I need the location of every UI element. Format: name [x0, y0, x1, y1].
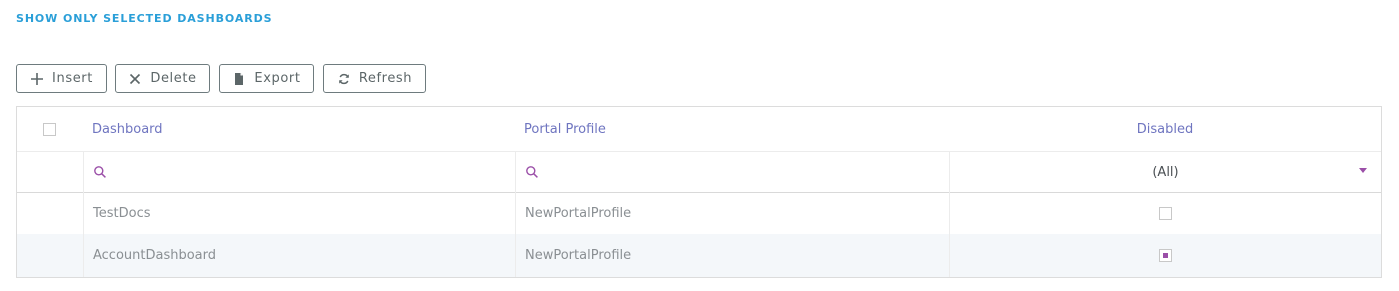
dashboard-filter-input[interactable] — [83, 152, 515, 192]
insert-button[interactable]: Insert — [16, 64, 107, 93]
search-icon — [93, 165, 107, 179]
export-button[interactable]: Export — [219, 64, 314, 93]
disabled-filter-select[interactable]: (All) — [949, 152, 1381, 192]
delete-label: Delete — [150, 71, 197, 86]
dashboard-cell: AccountDashboard — [83, 234, 515, 277]
table-row[interactable]: AccountDashboard NewPortalProfile — [17, 234, 1381, 277]
disabled-filter-value: (All) — [1152, 164, 1179, 180]
portal-profile-cell: NewPortalProfile — [515, 234, 949, 277]
dashboard-cell: TestDocs — [83, 192, 515, 234]
delete-button[interactable]: Delete — [115, 64, 210, 93]
row-select-cell — [17, 192, 83, 234]
select-all-cell — [43, 107, 57, 151]
refresh-button[interactable]: Refresh — [323, 64, 426, 93]
disabled-checkbox[interactable] — [1159, 249, 1172, 262]
dashboard-cell-text: TestDocs — [93, 205, 151, 221]
disabled-cell — [949, 192, 1381, 234]
document-icon — [232, 72, 246, 86]
portal-profile-cell-text: NewPortalProfile — [525, 248, 632, 263]
column-header-portal-profile-label: Portal Profile — [524, 121, 606, 137]
column-header-disabled[interactable]: Disabled — [949, 107, 1381, 151]
filter-spacer-cell — [17, 152, 83, 192]
portal-profile-cell-text: NewPortalProfile — [525, 205, 632, 221]
export-label: Export — [254, 71, 301, 86]
row-select-cell — [17, 234, 83, 277]
dashboard-cell-text: AccountDashboard — [93, 248, 217, 263]
show-only-selected-dashboards-link[interactable]: SHOW ONLY SELECTED DASHBOARDS — [16, 12, 272, 25]
refresh-label: Refresh — [358, 71, 413, 86]
grid-filter-row: (All) — [17, 151, 1381, 193]
select-all-checkbox[interactable] — [43, 122, 56, 136]
table-row[interactable]: TestDocs NewPortalProfile — [17, 192, 1381, 234]
column-header-portal-profile[interactable]: Portal Profile — [524, 107, 944, 151]
column-header-dashboard[interactable]: Dashboard — [92, 107, 512, 151]
column-header-dashboard-label: Dashboard — [92, 121, 163, 137]
refresh-icon — [337, 72, 351, 86]
disabled-cell — [949, 234, 1381, 277]
dashboards-grid: Dashboard Portal Profile Disabled (All) — [16, 106, 1382, 278]
column-header-disabled-label: Disabled — [1136, 121, 1194, 137]
insert-label: Insert — [52, 71, 93, 86]
plus-icon — [30, 72, 44, 86]
grid-header-row: Dashboard Portal Profile Disabled — [17, 107, 1381, 151]
close-icon — [128, 72, 142, 86]
disabled-checkbox[interactable] — [1159, 206, 1172, 220]
portal-profile-filter-input[interactable] — [515, 152, 949, 192]
chevron-down-icon — [1359, 168, 1367, 173]
search-icon — [525, 165, 539, 179]
portal-profile-cell: NewPortalProfile — [515, 192, 949, 234]
